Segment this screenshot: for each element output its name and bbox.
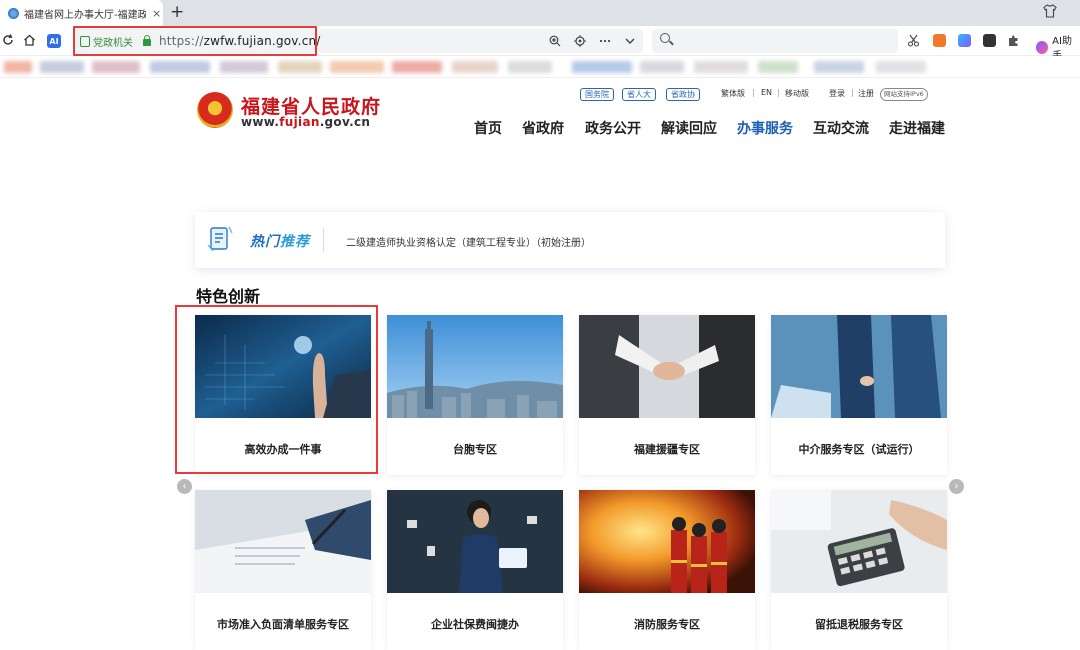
grid-extension-icon[interactable] xyxy=(958,34,971,47)
bookmark-item[interactable] xyxy=(92,61,140,73)
bookmark-item[interactable] xyxy=(640,61,684,73)
puzzle-extensions-icon[interactable] xyxy=(1007,34,1020,47)
bookmark-item[interactable] xyxy=(814,61,864,73)
bookmark-item[interactable] xyxy=(572,61,632,73)
signing-document-image xyxy=(195,490,371,593)
browser-toolbar: AI 党政机关 https://zwfw.fujian.gov.cn/ AI助手 xyxy=(0,26,1080,62)
card-label: 中介服务专区（试运行） xyxy=(798,443,920,456)
handshake-image xyxy=(579,315,755,418)
card-label: 福建援疆专区 xyxy=(634,443,700,456)
bookmark-item[interactable] xyxy=(220,61,268,73)
city-skyline-image xyxy=(387,315,563,418)
location-icon[interactable] xyxy=(574,35,586,47)
refresh-icon[interactable] xyxy=(2,34,14,46)
link-provincial-congress[interactable]: 省人大 xyxy=(622,88,656,101)
card-highlight-box xyxy=(175,305,378,474)
nav-services[interactable]: 办事服务 xyxy=(737,118,793,138)
calculator-image xyxy=(771,490,947,593)
card-market-access[interactable]: 市场准入负面清单服务专区 xyxy=(195,490,371,650)
bookmark-item[interactable] xyxy=(330,61,384,73)
nav-provincial-gov[interactable]: 省政府 xyxy=(522,118,564,138)
card-fire-services[interactable]: 消防服务专区 xyxy=(579,490,755,650)
nav-interaction[interactable]: 互动交流 xyxy=(813,118,869,138)
english-link[interactable]: EN xyxy=(761,88,772,97)
bilibili-extension-icon[interactable] xyxy=(983,34,996,47)
bookmark-item[interactable] xyxy=(392,61,442,73)
hot-recommend-label: 热门推荐 xyxy=(250,231,310,251)
hot-recommend-panel: 热门推荐 二级建造师执业资格认定（建筑工程专业）（初始注册） xyxy=(195,212,945,268)
site-url-suffix: .gov.cn xyxy=(319,115,371,129)
nav-home[interactable]: 首页 xyxy=(474,118,502,138)
hot-label-b: 推荐 xyxy=(280,234,310,250)
section-title: 特色创新 xyxy=(196,287,261,306)
address-actions xyxy=(549,35,636,47)
site-url-prefix: www. xyxy=(241,115,280,129)
site-url-domain: fujian xyxy=(279,115,320,129)
woman-tablet-image xyxy=(387,490,563,593)
card-intermediary-services[interactable]: 中介服务专区（试运行） xyxy=(771,315,947,475)
link-provincial-cppcc[interactable]: 省政协 xyxy=(666,88,700,101)
scissors-icon[interactable] xyxy=(907,34,920,47)
card-label: 消防服务专区 xyxy=(634,618,700,631)
divider xyxy=(323,228,324,252)
card-label: 留抵退税服务专区 xyxy=(815,618,903,631)
zoom-icon[interactable] xyxy=(549,35,561,47)
card-label: 台胞专区 xyxy=(453,443,497,456)
national-emblem-icon[interactable] xyxy=(197,92,233,128)
login-link[interactable]: 登录 xyxy=(829,88,845,99)
bookmark-item[interactable] xyxy=(694,61,748,73)
ai-extension-icon[interactable]: AI xyxy=(47,34,61,48)
search-box[interactable] xyxy=(652,29,898,53)
site-favicon-icon xyxy=(8,7,19,19)
bookmark-item[interactable] xyxy=(150,61,210,73)
bookmark-item[interactable] xyxy=(758,61,798,73)
bookmark-item[interactable] xyxy=(4,61,32,73)
card-xinjiang-aid[interactable]: 福建援疆专区 xyxy=(579,315,755,475)
bookmark-item[interactable] xyxy=(876,61,926,73)
address-highlight-box xyxy=(73,26,317,56)
business-team-image xyxy=(771,315,947,418)
divider: | xyxy=(851,88,854,97)
document-icon xyxy=(207,226,233,252)
hot-recommend-item[interactable]: 二级建造师执业资格认定（建筑工程专业）（初始注册） xyxy=(346,234,591,249)
mobile-version-link[interactable]: 移动版 xyxy=(785,88,809,99)
bookmarks-bar xyxy=(0,56,1080,78)
tab-close-icon[interactable]: × xyxy=(152,7,161,20)
nav-about-fujian[interactable]: 走进福建 xyxy=(889,118,945,138)
carousel-next-button[interactable]: › xyxy=(949,479,964,494)
bookmark-item[interactable] xyxy=(40,61,84,73)
skin-shirt-icon[interactable] xyxy=(1043,4,1057,18)
card-label: 企业社保费闽捷办 xyxy=(431,618,519,631)
nav-interpretation[interactable]: 解读回应 xyxy=(661,118,717,138)
firefighters-image xyxy=(579,490,755,593)
home-icon[interactable] xyxy=(23,34,36,46)
link-state-council[interactable]: 国务院 xyxy=(580,88,614,101)
card-label: 市场准入负面清单服务专区 xyxy=(217,618,349,631)
card-taiwan-compatriots[interactable]: 台胞专区 xyxy=(387,315,563,475)
tab-title: 福建省网上办事大厅-福建政 xyxy=(24,9,146,21)
traditional-chinese-link[interactable]: 繁体版 xyxy=(721,88,745,99)
bookmark-item[interactable] xyxy=(452,61,498,73)
card-social-security[interactable]: 企业社保费闽捷办 xyxy=(387,490,563,650)
new-tab-button[interactable]: + xyxy=(170,2,184,22)
carousel-prev-button[interactable]: ‹ xyxy=(177,479,192,494)
ipv6-badge: 网站支持IPv6 xyxy=(880,88,928,101)
hot-label-a: 热门 xyxy=(250,234,280,250)
search-icon xyxy=(660,33,670,43)
ai-assistant-icon xyxy=(1036,40,1049,54)
divider: | xyxy=(752,88,755,97)
tab-strip: 福建省网上办事大厅-福建政 × + xyxy=(0,0,1080,26)
nav-gov-affairs[interactable]: 政务公开 xyxy=(585,118,641,138)
bookmark-item[interactable] xyxy=(278,61,322,73)
chevron-down-icon[interactable] xyxy=(624,35,636,47)
bookmark-item[interactable] xyxy=(508,61,552,73)
card-tax-refund[interactable]: 留抵退税服务专区 xyxy=(771,490,947,650)
more-icon[interactable] xyxy=(599,35,611,47)
register-link[interactable]: 注册 xyxy=(858,88,874,99)
site-url: www.fujian.gov.cn xyxy=(241,115,370,129)
divider: | xyxy=(777,88,780,97)
browser-tab[interactable]: 福建省网上办事大厅-福建政 × xyxy=(0,0,163,26)
fox-extension-icon[interactable] xyxy=(933,34,946,47)
